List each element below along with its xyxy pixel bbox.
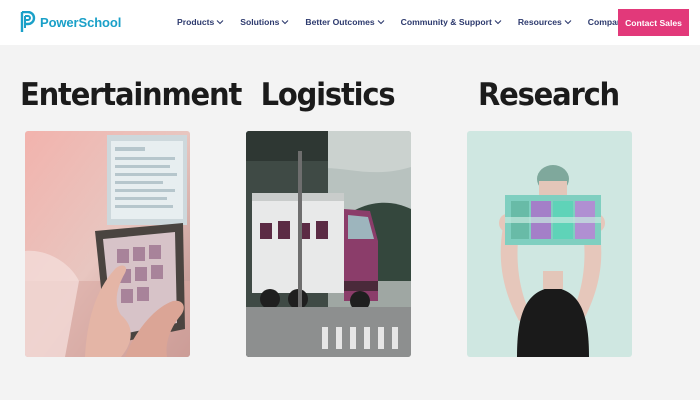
research-card-image[interactable] xyxy=(467,131,632,357)
truck-photo xyxy=(246,131,411,357)
top-navigation-bar: PowerSchool Products Solutions Better Ou… xyxy=(0,0,700,45)
category-title-research: Research xyxy=(477,76,620,113)
nav-label: Solutions xyxy=(240,17,280,27)
nav-label: Community & Support xyxy=(400,17,492,27)
chevron-down-icon xyxy=(494,20,502,25)
person-photo xyxy=(467,131,632,357)
powerschool-logo-icon xyxy=(20,11,36,32)
entertainment-card-image[interactable] xyxy=(25,131,190,357)
nav-item-resources[interactable]: Resources xyxy=(518,17,572,27)
powerschool-logo[interactable]: PowerSchool xyxy=(20,11,121,33)
tablet-photo xyxy=(25,131,190,357)
chevron-down-icon xyxy=(564,20,572,25)
nav-label: Resources xyxy=(517,17,562,27)
nav-item-solutions[interactable]: Solutions xyxy=(240,17,289,27)
chevron-down-icon xyxy=(216,20,224,25)
main-nav: Products Solutions Better Outcomes Commu… xyxy=(177,17,637,27)
logistics-card-image[interactable] xyxy=(246,131,411,357)
chevron-down-icon xyxy=(282,20,289,25)
nav-label: Better Outcomes xyxy=(305,17,375,27)
nav-item-community-support[interactable]: Community & Support xyxy=(401,17,502,27)
contact-sales-button[interactable]: Contact Sales xyxy=(618,9,689,36)
category-title-entertainment: Entertainment xyxy=(20,76,242,113)
brand-name: PowerSchool xyxy=(40,14,122,30)
chevron-down-icon xyxy=(377,20,385,25)
category-title-logistics: Logistics xyxy=(260,76,396,113)
nav-item-products[interactable]: Products xyxy=(177,17,224,27)
nav-label: Products xyxy=(177,17,215,27)
nav-item-better-outcomes[interactable]: Better Outcomes xyxy=(305,17,385,27)
